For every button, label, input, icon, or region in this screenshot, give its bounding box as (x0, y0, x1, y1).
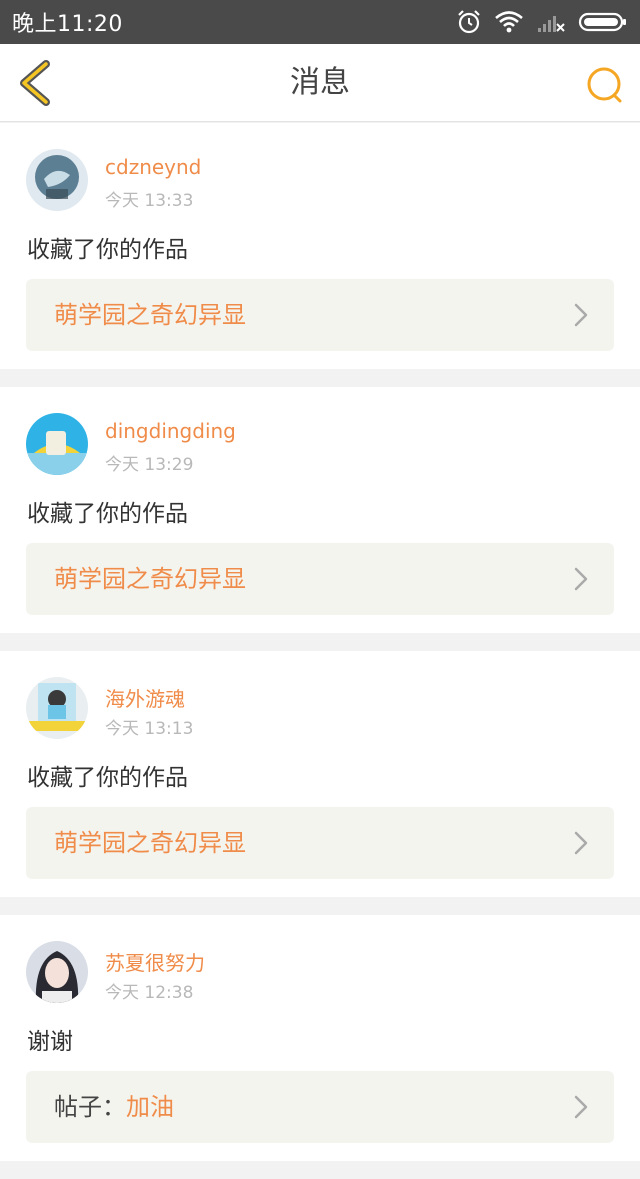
status-icons (456, 9, 628, 35)
username[interactable]: 苏夏很努力 (105, 947, 205, 976)
header-bar: 消息 (0, 44, 640, 122)
timestamp: 今天 13:33 (105, 191, 194, 211)
link-title: 萌学园之奇幻异显 (54, 301, 246, 329)
username[interactable]: cdzneynd (105, 155, 201, 179)
message-list: cdzneynd 今天 13:33 收藏了你的作品 萌学园之奇幻异显 dingd… (0, 123, 640, 1179)
status-time: 晚上11:20 (12, 12, 123, 37)
link-prefix: 帖子： (54, 1093, 126, 1121)
timestamp: 今天 13:29 (105, 455, 194, 475)
post-link[interactable]: 帖子：加油 (26, 1071, 614, 1143)
post-title: 帖子：加油 (54, 1071, 174, 1143)
message-text: 收藏了你的作品 (27, 765, 188, 791)
search-icon (587, 67, 622, 103)
work-title: 萌学园之奇幻异显 (54, 807, 246, 879)
battery-icon (578, 10, 628, 34)
message-card: dingdingding 今天 13:29 收藏了你的作品 萌学园之奇幻异显 (0, 387, 640, 633)
avatar[interactable] (26, 149, 88, 211)
signal-icon (536, 10, 566, 34)
work-link[interactable]: 萌学园之奇幻异显 (26, 543, 614, 615)
alarm-icon (456, 9, 482, 35)
avatar[interactable] (26, 677, 88, 739)
work-title: 萌学园之奇幻异显 (54, 279, 246, 351)
avatar[interactable] (26, 941, 88, 1003)
chevron-right-icon (574, 831, 588, 855)
message-card: cdzneynd 今天 13:33 收藏了你的作品 萌学园之奇幻异显 (0, 123, 640, 369)
username[interactable]: dingdingding (105, 419, 236, 443)
chevron-right-icon (574, 1095, 588, 1119)
chevron-right-icon (574, 567, 588, 591)
work-link[interactable]: 萌学园之奇幻异显 (26, 279, 614, 351)
message-card: 海外游魂 今天 13:13 收藏了你的作品 萌学园之奇幻异显 (0, 651, 640, 897)
work-title: 萌学园之奇幻异显 (54, 543, 246, 615)
timestamp: 今天 12:38 (105, 983, 194, 1003)
message-text: 收藏了你的作品 (27, 501, 188, 527)
link-title: 加油 (126, 1093, 174, 1121)
search-button[interactable] (584, 64, 626, 106)
avatar[interactable] (26, 413, 88, 475)
message-text: 谢谢 (27, 1029, 73, 1055)
timestamp: 今天 13:13 (105, 719, 194, 739)
username[interactable]: 海外游魂 (105, 683, 185, 712)
link-title: 萌学园之奇幻异显 (54, 829, 246, 857)
message-text: 收藏了你的作品 (27, 237, 188, 263)
chevron-right-icon (574, 303, 588, 327)
wifi-icon (494, 10, 524, 34)
message-card: 苏夏很努力 今天 12:38 谢谢 帖子：加油 (0, 915, 640, 1161)
page-title: 消息 (290, 65, 350, 100)
link-title: 萌学园之奇幻异显 (54, 565, 246, 593)
status-bar: 晚上11:20 (0, 0, 640, 44)
work-link[interactable]: 萌学园之奇幻异显 (26, 807, 614, 879)
